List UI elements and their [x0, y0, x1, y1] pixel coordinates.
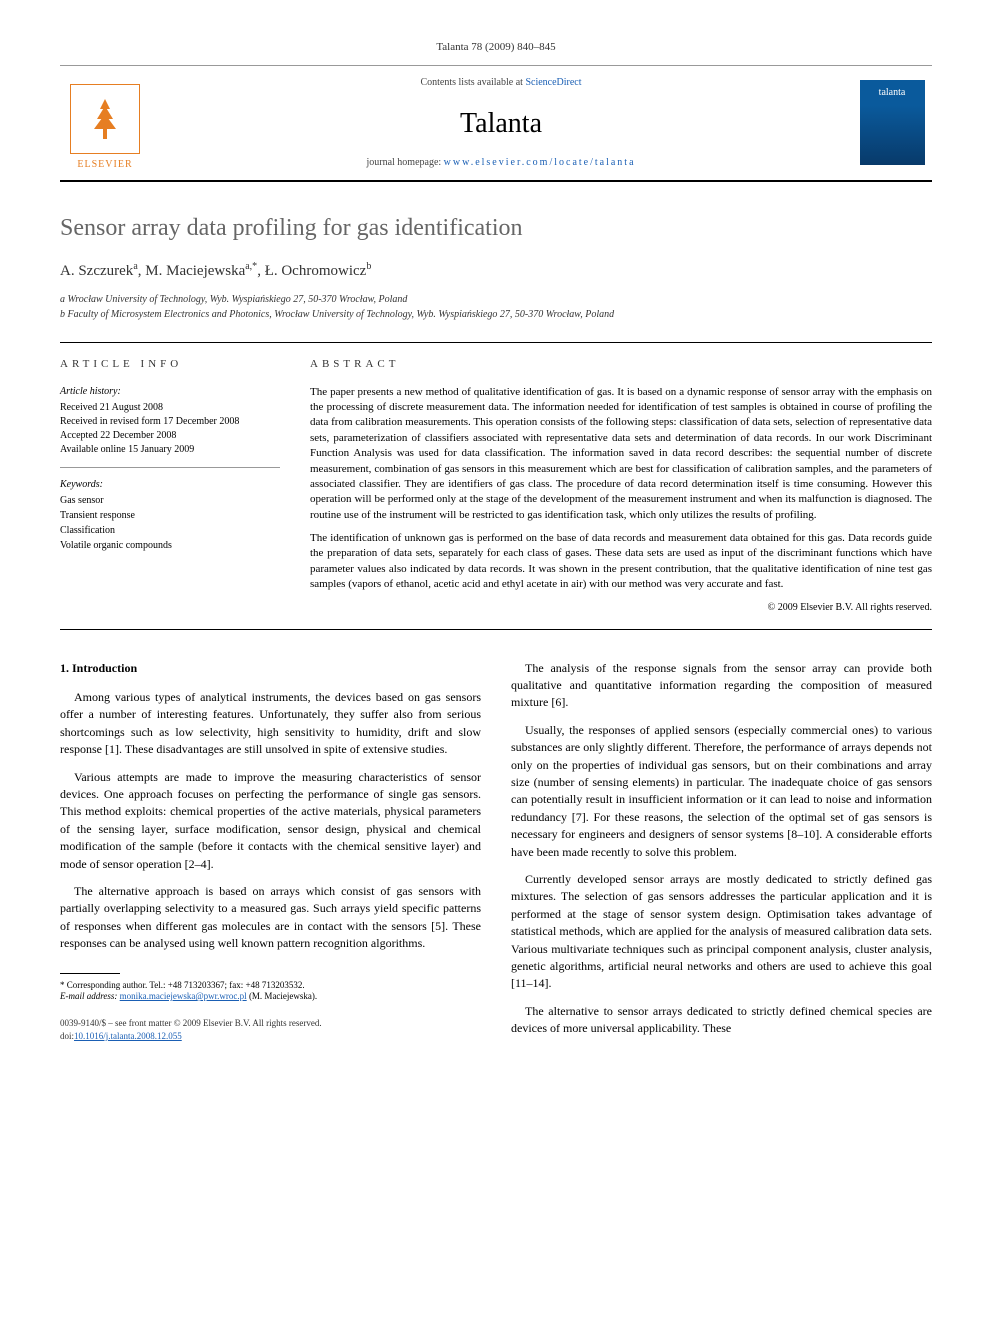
body-paragraph: Various attempts are made to improve the… [60, 769, 481, 873]
body-paragraph: The analysis of the response signals fro… [511, 660, 932, 712]
abstract-p2: The identification of unknown gas is per… [310, 531, 932, 593]
contents-line: Contents lists available at ScienceDirec… [420, 76, 581, 90]
body-paragraph: Currently developed sensor arrays are mo… [511, 871, 932, 993]
author: M. Maciejewskaa,* [145, 263, 257, 279]
copyright: © 2009 Elsevier B.V. All rights reserved… [310, 601, 932, 615]
column-right: The analysis of the response signals fro… [511, 660, 932, 1048]
publisher-block: ELSEVIER [60, 66, 150, 179]
article-title: Sensor array data profiling for gas iden… [60, 212, 932, 246]
affiliation: a Wrocław University of Technology, Wyb.… [60, 292, 932, 307]
body-paragraph: Usually, the responses of applied sensor… [511, 722, 932, 861]
homepage-link[interactable]: www.elsevier.com/locate/talanta [444, 157, 636, 168]
body-columns: 1. Introduction Among various types of a… [60, 660, 932, 1048]
running-header: Talanta 78 (2009) 840–845 [60, 40, 932, 55]
article-info-heading: ARTICLE INFO [60, 357, 280, 372]
abstract-heading: ABSTRACT [310, 357, 932, 372]
journal-cover-thumb: talanta [860, 80, 925, 165]
history-item: Received in revised form 17 December 200… [60, 415, 280, 429]
keyword: Classification [60, 524, 280, 538]
doi-link[interactable]: 10.1016/j.talanta.2008.12.055 [74, 1031, 182, 1041]
column-left: 1. Introduction Among various types of a… [60, 660, 481, 1048]
history-item: Accepted 22 December 2008 [60, 429, 280, 443]
keyword: Transient response [60, 509, 280, 523]
keyword: Gas sensor [60, 494, 280, 508]
abstract-block: ABSTRACT The paper presents a new method… [310, 357, 932, 614]
author: A. Szczureka [60, 263, 138, 279]
elsevier-tree-icon [70, 84, 140, 154]
author-list: A. Szczureka, M. Maciejewskaa,*, Ł. Ochr… [60, 260, 932, 282]
doi-line: doi:10.1016/j.talanta.2008.12.055 [60, 1030, 481, 1043]
email-line: E-mail address: monika.maciejewska@pwr.w… [60, 991, 481, 1003]
banner-center: Contents lists available at ScienceDirec… [150, 66, 852, 179]
abstract-p1: The paper presents a new method of quali… [310, 385, 932, 524]
publisher-name: ELSEVIER [77, 158, 132, 172]
author: Ł. Ochromowiczb [265, 263, 372, 279]
history-label: Article history: [60, 385, 280, 399]
body-paragraph: The alternative to sensor arrays dedicat… [511, 1003, 932, 1038]
homepage-line: journal homepage: www.elsevier.com/locat… [366, 156, 635, 170]
affiliation: b Faculty of Microsystem Electronics and… [60, 307, 932, 322]
section-heading: 1. Introduction [60, 660, 481, 677]
journal-name: Talanta [460, 104, 542, 143]
citation: Talanta 78 (2009) 840–845 [436, 41, 555, 53]
bottom-info: 0039-9140/$ – see front matter © 2009 El… [60, 1017, 481, 1043]
sciencedirect-link[interactable]: ScienceDirect [525, 77, 581, 88]
tree-icon [80, 94, 130, 144]
issn-line: 0039-9140/$ – see front matter © 2009 El… [60, 1017, 481, 1030]
body-paragraph: The alternative approach is based on arr… [60, 883, 481, 953]
keyword: Volatile organic compounds [60, 539, 280, 553]
affiliations: a Wrocław University of Technology, Wyb.… [60, 292, 932, 322]
history-item: Received 21 August 2008 [60, 401, 280, 415]
history-block: Article history: Received 21 August 2008… [60, 385, 280, 468]
email-link[interactable]: monika.maciejewska@pwr.wroc.pl [120, 991, 247, 1001]
cover-block: talanta [852, 66, 932, 179]
footnote-separator [60, 973, 120, 974]
journal-banner: ELSEVIER Contents lists available at Sci… [60, 65, 932, 181]
corresponding-note: * Corresponding author. Tel.: +48 713203… [60, 980, 481, 992]
history-item: Available online 15 January 2009 [60, 443, 280, 457]
keywords-label: Keywords: [60, 478, 280, 492]
footnotes: * Corresponding author. Tel.: +48 713203… [60, 980, 481, 1003]
meta-row: ARTICLE INFO Article history: Received 2… [60, 342, 932, 629]
article-info: ARTICLE INFO Article history: Received 2… [60, 357, 280, 614]
body-paragraph: Among various types of analytical instru… [60, 689, 481, 759]
keywords-list: Gas sensor Transient response Classifica… [60, 494, 280, 553]
